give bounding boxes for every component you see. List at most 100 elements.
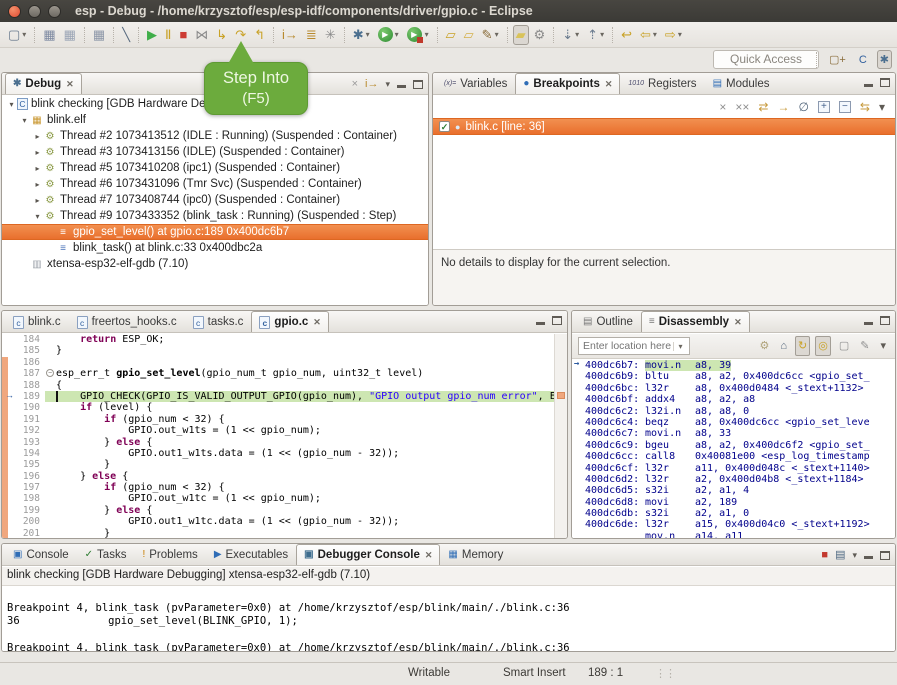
tab-blink-c[interactable]: cblink.c: [5, 311, 69, 332]
expander-icon[interactable]: ▾: [6, 100, 17, 109]
expand-all-icon[interactable]: +: [818, 101, 830, 113]
mark-occurrences-icon[interactable]: ▰: [513, 25, 529, 45]
location-combo[interactable]: ▾: [578, 337, 690, 355]
open-element-icon[interactable]: ▱: [443, 25, 459, 45]
disassembly-line[interactable]: 400dc6d8:movia2, 189: [572, 497, 895, 508]
close-icon[interactable]: ✕: [425, 550, 433, 561]
disassembly-listing[interactable]: →400dc6b7:movi.na8, 39400dc6b9:bltua8, a…: [572, 360, 895, 538]
tree-item[interactable]: ▥xtensa-esp32-elf-gdb (7.10): [2, 256, 428, 272]
expander-icon[interactable]: ▸: [32, 196, 43, 205]
tree-item[interactable]: ▸⚙Thread #3 1073413156 (IDLE) (Suspended…: [2, 144, 428, 160]
resume-icon[interactable]: ▶: [144, 25, 160, 45]
save-all-icon[interactable]: ▦: [61, 25, 79, 45]
debug-perspective-icon[interactable]: ✱: [877, 50, 892, 69]
minimize-view-icon[interactable]: [864, 79, 873, 87]
cpp-perspective-icon[interactable]: C: [856, 50, 870, 69]
disassembly-line[interactable]: mov.na14, a11: [572, 531, 895, 538]
forward-icon[interactable]: ⇨▾: [662, 25, 685, 45]
external-tools-icon[interactable]: ▶▾: [404, 25, 432, 45]
track-expression-icon[interactable]: ◎: [815, 336, 831, 356]
tab-console[interactable]: ▣Console: [5, 544, 77, 565]
expander-icon[interactable]: ▾: [32, 212, 43, 221]
code-line[interactable]: 193 } else {: [2, 437, 554, 448]
skip-all-breakpoints-icon[interactable]: ∅: [798, 100, 808, 114]
tab-debugger-console[interactable]: ▣Debugger Console✕: [296, 544, 440, 565]
minimize-view-icon[interactable]: [864, 551, 873, 559]
debug-icon[interactable]: ✱▾: [350, 25, 373, 45]
disassembly-line[interactable]: →400dc6b7:movi.na8, 39: [572, 360, 895, 371]
disassembly-line[interactable]: 400dc6cf:l32ra11, 0x400d048c <_stext+114…: [572, 463, 895, 474]
disassembly-line[interactable]: 400dc6cc:call80x40081e00 <esp_log_timest…: [572, 451, 895, 462]
close-button[interactable]: [8, 5, 21, 18]
code-line[interactable]: 196 } else {: [2, 471, 554, 482]
code-line[interactable]: 188{: [2, 380, 554, 391]
tab-outline[interactable]: ▤Outline: [575, 311, 641, 332]
code-line[interactable]: 184 return ESP_OK;: [2, 334, 554, 345]
disassembly-line[interactable]: 400dc6c7:movi.na8, 33: [572, 428, 895, 439]
code-line[interactable]: 195 }: [2, 459, 554, 470]
code-line[interactable]: 187−esp_err_t gpio_set_level(gpio_num_t …: [2, 368, 554, 379]
tab-tasks-c[interactable]: ctasks.c: [185, 311, 252, 332]
maximize-view-icon[interactable]: [880, 78, 890, 87]
sync-with-active-context-icon[interactable]: ↻: [795, 336, 810, 356]
overview-ruler[interactable]: [554, 334, 567, 538]
expander-icon[interactable]: ▾: [19, 116, 30, 125]
close-icon[interactable]: ✕: [313, 317, 321, 328]
skip-all-breakpoints-icon[interactable]: ╲: [119, 25, 133, 45]
tab-disassembly[interactable]: ≡Disassembly✕: [641, 311, 750, 332]
minimize-view-icon[interactable]: [864, 317, 873, 325]
remove-all-breakpoints-icon[interactable]: ××: [735, 100, 749, 114]
close-icon[interactable]: ✕: [734, 317, 742, 328]
maximize-view-icon[interactable]: [552, 316, 562, 325]
maximize-button[interactable]: [48, 5, 61, 18]
remove-breakpoint-icon[interactable]: ×: [719, 100, 726, 114]
new-view-icon[interactable]: ▢: [836, 336, 852, 356]
collapse-all-icon[interactable]: −: [839, 101, 851, 113]
disassembly-line[interactable]: 400dc6b9:bltua8, a2, 0x400dc6cc <gpio_se…: [572, 371, 895, 382]
expander-icon[interactable]: ▸: [32, 132, 43, 141]
instruction-stepping-icon[interactable]: i→: [279, 25, 301, 45]
code-line[interactable]: →189 GPIO_CHECK(GPIO_IS_VALID_OUTPUT_GPI…: [2, 391, 554, 402]
display-selected-console-icon[interactable]: ▤: [835, 549, 845, 561]
minimize-button[interactable]: [28, 5, 41, 18]
open-resource-icon[interactable]: ▱: [461, 25, 477, 45]
tab-freertos-hooks-c[interactable]: cfreertos_hooks.c: [69, 311, 185, 332]
disassembly-line[interactable]: 400dc6c9:bgeua8, a2, 0x400dc6f2 <gpio_se…: [572, 440, 895, 451]
view-menu-icon[interactable]: ▾: [877, 336, 889, 356]
code-line[interactable]: 186: [2, 357, 554, 368]
code-line[interactable]: 200 GPIO.out1_w1tc.data = (1 << (gpio_nu…: [2, 516, 554, 527]
tree-item[interactable]: ▾⚙Thread #9 1073433352 (blink_task : Run…: [2, 208, 428, 224]
collapse-icon[interactable]: −: [46, 369, 54, 377]
disassembly-line[interactable]: 400dc6bc:l32ra8, 0x400d0484 <_stext+1132…: [572, 383, 895, 394]
view-menu-icon[interactable]: ▾: [385, 80, 390, 89]
code-line[interactable]: 201 }: [2, 528, 554, 538]
tab-tasks[interactable]: ✓Tasks: [77, 544, 135, 565]
remove-all-terminated-icon[interactable]: ×: [352, 78, 358, 90]
disassembly-line[interactable]: 400dc6bf:addx4a8, a2, a8: [572, 394, 895, 405]
save-as-icon[interactable]: ▦: [90, 25, 108, 45]
tab-gpio-c[interactable]: cgpio.c✕: [251, 311, 328, 332]
search-icon[interactable]: ✎▾: [479, 25, 502, 45]
gray-gear-icon[interactable]: ⚙: [756, 336, 772, 356]
expander-icon[interactable]: ▸: [32, 164, 43, 173]
save-icon[interactable]: ▦: [40, 25, 58, 45]
code-line[interactable]: 191 if (gpio_num < 32) {: [2, 414, 554, 425]
code-line[interactable]: 198 GPIO.out_w1tc = (1 << gpio_num);: [2, 493, 554, 504]
show-debug-columns-icon[interactable]: ≣: [303, 25, 320, 45]
code-line[interactable]: 190 if (level) {: [2, 402, 554, 413]
close-icon[interactable]: ✕: [605, 79, 613, 90]
terminate-console-icon[interactable]: ■: [821, 549, 828, 561]
maximize-view-icon[interactable]: [880, 551, 890, 560]
disassembly-line[interactable]: 400dc6db:s32ia2, a1, 0: [572, 508, 895, 519]
disassembly-line[interactable]: 400dc6c4:beqza8, 0x400dc6cc <gpio_set_le…: [572, 417, 895, 428]
link-with-debug-icon[interactable]: ⇆: [860, 100, 870, 114]
maximize-view-icon[interactable]: [880, 316, 890, 325]
tab-debug[interactable]: ✱Debug✕: [5, 73, 82, 94]
show-breakpoints-for-selection-icon[interactable]: ⇄: [758, 100, 768, 114]
tree-item[interactable]: ▸⚙Thread #2 1073413512 (IDLE : Running) …: [2, 128, 428, 144]
code-line[interactable]: 199 } else {: [2, 505, 554, 516]
disassembly-line[interactable]: 400dc6c2:l32i.na8, a8, 0: [572, 406, 895, 417]
next-annotation-icon[interactable]: ⇣▾: [559, 25, 582, 45]
code-line[interactable]: 194 GPIO.out1_w1ts.data = (1 << (gpio_nu…: [2, 448, 554, 459]
pin-view-icon[interactable]: ✎: [857, 336, 872, 356]
